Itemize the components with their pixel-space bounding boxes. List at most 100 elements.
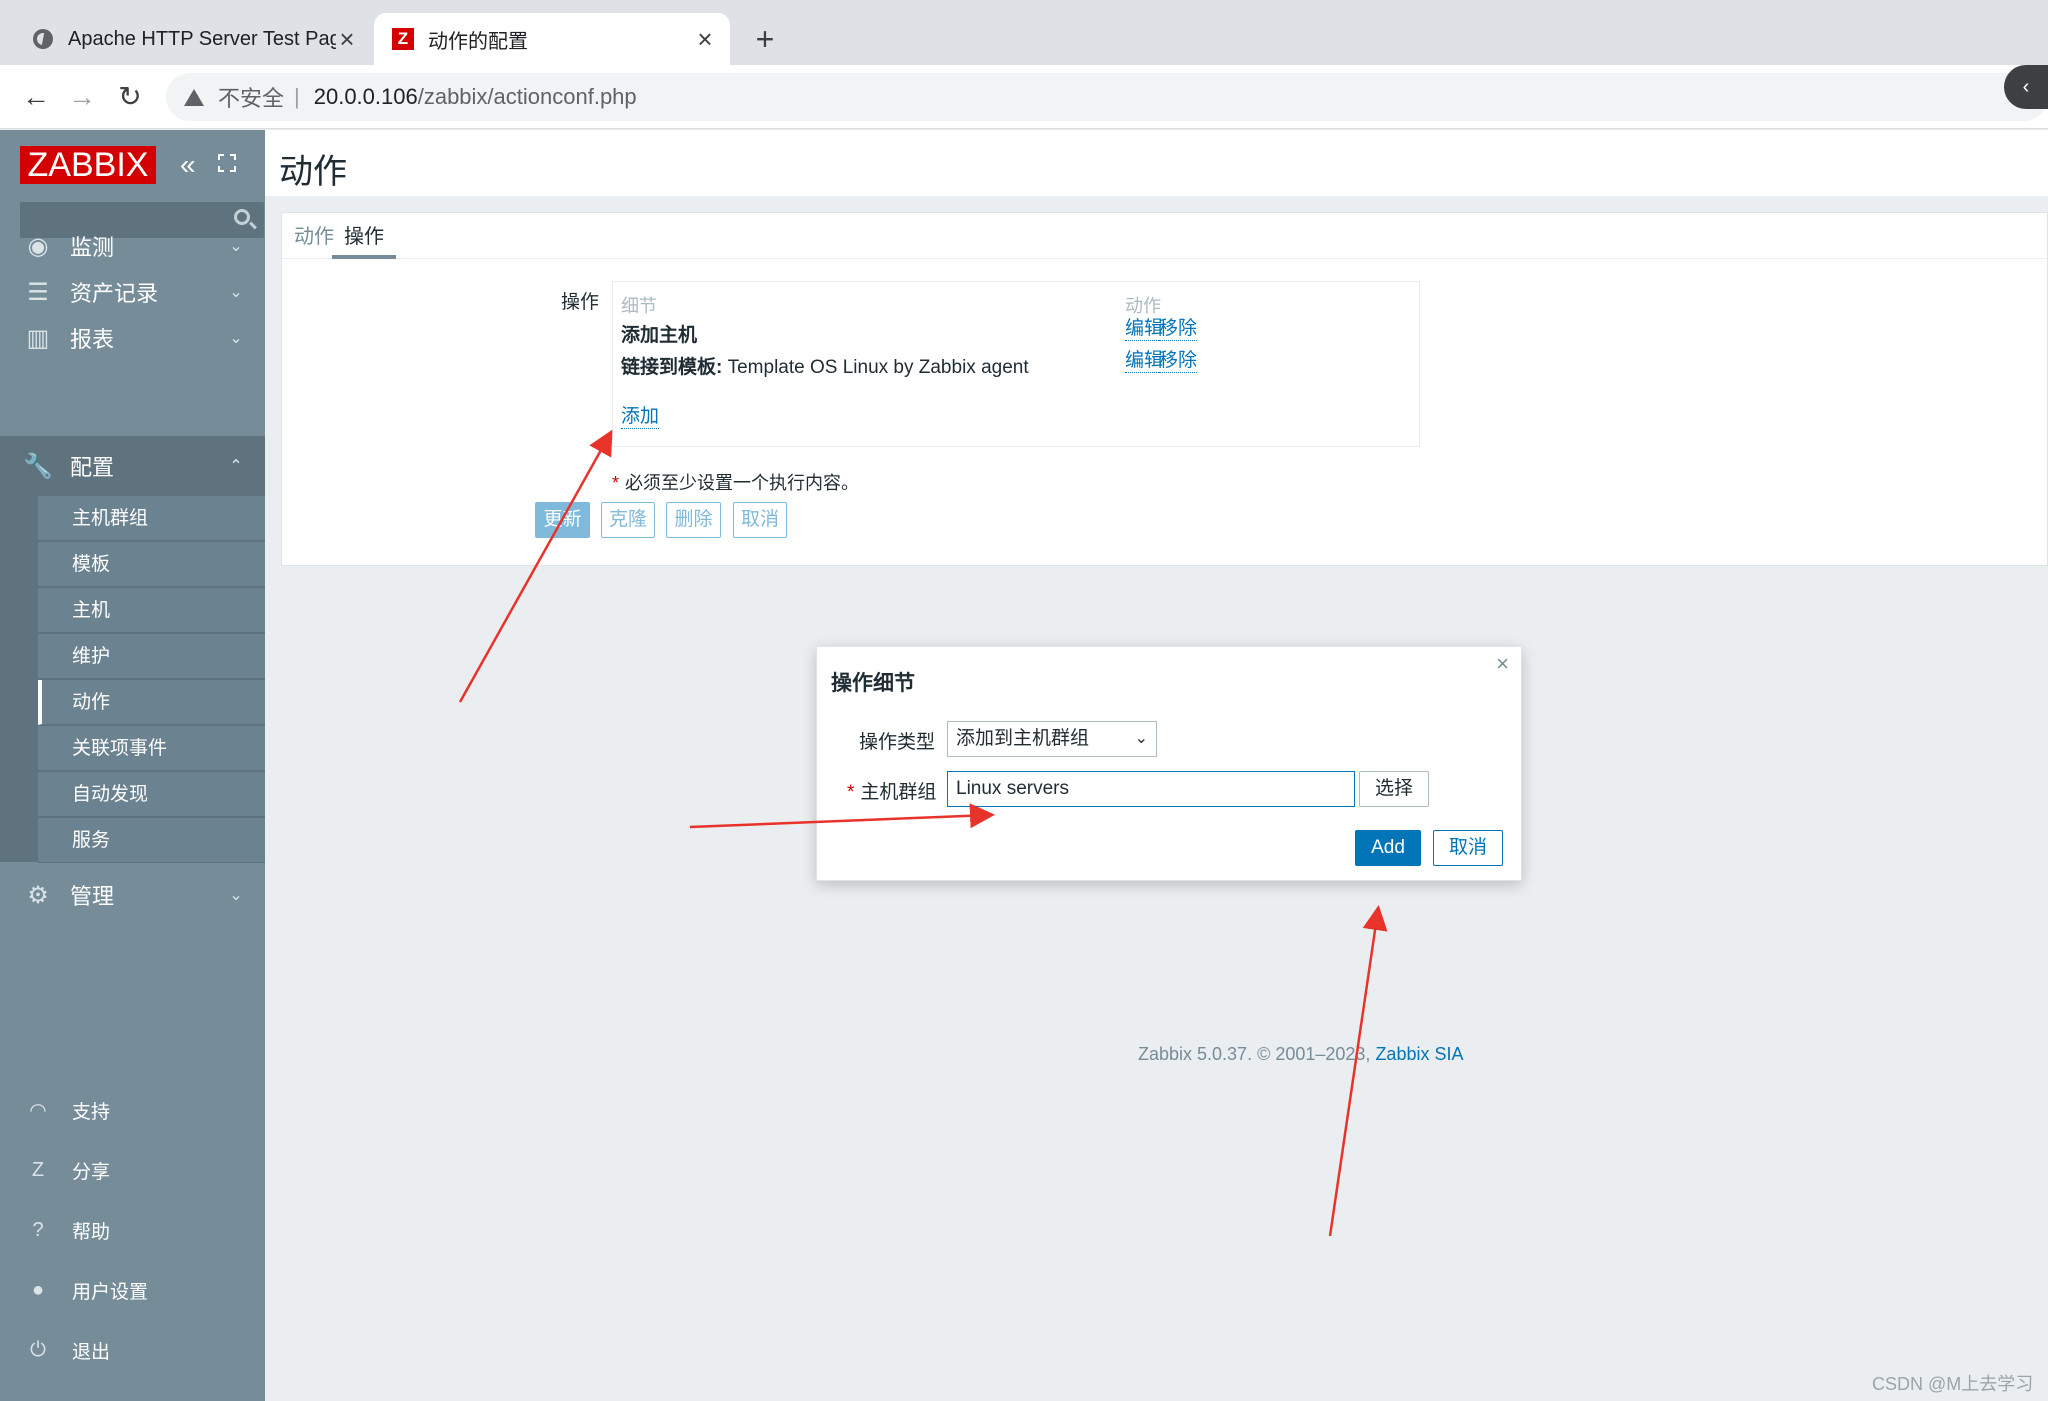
add-operation-link[interactable]: 添加 [621, 406, 660, 429]
menu-administration[interactable]: ⚙ 管理 ⌄ [0, 865, 265, 925]
browser-tab-apache[interactable]: Apache HTTP Server Test Page × [14, 13, 372, 65]
cancel-button[interactable]: 取消 [733, 502, 787, 538]
kiosk-mode-icon[interactable] [218, 154, 236, 172]
address-bar: ← → ↻ 不安全 | 20.0.0.106/zabbix/actionconf… [0, 65, 2048, 129]
submenu-maintenance[interactable]: 维护 [38, 634, 265, 679]
chevron-up-icon: ⌃ [229, 458, 243, 475]
zabbix-logo[interactable]: ZABBIX [20, 146, 156, 184]
url-field[interactable]: 不安全 | 20.0.0.106/zabbix/actionconf.php [166, 73, 2048, 121]
delete-button[interactable]: 删除 [666, 502, 721, 538]
collapse-sidebar-icon[interactable]: « [180, 151, 196, 179]
csdn-watermark: CSDN @M上去学习 [1872, 1374, 2034, 1394]
power-icon: ⏻ [30, 1338, 46, 1361]
warning-icon [184, 88, 204, 106]
clone-button[interactable]: 克隆 [601, 502, 655, 538]
required-star: * [847, 782, 855, 803]
sidebar-help[interactable]: ? 帮助 [0, 1200, 265, 1260]
tab-title: Apache HTTP Server Test Page [68, 27, 336, 50]
submenu-templates[interactable]: 模板 [38, 542, 265, 587]
host-group-label: * 主机群组 [847, 777, 936, 804]
zabbix-favicon-icon: Z [392, 28, 414, 50]
table-row: 链接到模板: Template OS Linux by Zabbix agent [621, 352, 1029, 379]
browser-tab-bar: Apache HTTP Server Test Page × Z 动作的配置 ×… [0, 0, 2048, 65]
operations-table: 细节 动作 添加主机 编辑 移除 链接到模板: Template OS Linu… [612, 281, 1420, 447]
chevron-down-icon: ⌄ [229, 284, 243, 301]
submenu-host-groups[interactable]: 主机群组 [38, 496, 265, 541]
sidebar-share-label: 分享 [72, 1161, 111, 1183]
operation-type-select[interactable]: 添加到主机群组 ⌄ [947, 721, 1157, 757]
chevron-down-icon: ⌄ [1134, 730, 1148, 747]
sidebar-user-settings[interactable]: ● 用户设置 [0, 1260, 265, 1320]
chevron-down-icon: ⌄ [229, 887, 243, 904]
globe-icon [32, 28, 54, 50]
reload-icon[interactable]: ↻ [108, 75, 152, 119]
side-panel-chevron-icon[interactable]: ‹ [2004, 65, 2048, 109]
required-note-text: 必须至少设置一个执行内容。 [625, 473, 860, 493]
update-button[interactable]: 更新 [535, 502, 590, 538]
menu-label: 报表 [70, 327, 115, 352]
footer-link[interactable]: Zabbix SIA [1375, 1044, 1463, 1064]
zabbix-share-icon: Z [31, 1158, 45, 1181]
menu-label: 管理 [70, 884, 115, 909]
insecure-label[interactable]: 不安全 [218, 81, 284, 113]
sidebar-sign-out-label: 退出 [72, 1341, 111, 1363]
chart-icon: ▥ [26, 324, 50, 352]
menu-configuration[interactable]: 🔧 配置 ⌃ [0, 436, 265, 496]
operation-type-label: 操作类型 [859, 732, 936, 753]
chevron-down-icon: ⌄ [229, 238, 243, 255]
edit-link[interactable]: 编辑 [1125, 318, 1164, 341]
remove-link[interactable]: 移除 [1159, 318, 1198, 341]
sidebar-support[interactable]: ◠ 支持 [0, 1080, 265, 1140]
submenu-services[interactable]: 服务 [38, 818, 265, 863]
tab-operations[interactable]: 操作 [332, 223, 396, 259]
menu-reports[interactable]: ▥ 报表 ⌄ [0, 308, 265, 368]
select-button[interactable]: 选择 [1359, 771, 1429, 807]
headset-icon: ◠ [29, 1099, 47, 1122]
close-tab-icon[interactable]: × [336, 24, 358, 55]
menu-label: 资产记录 [70, 281, 159, 306]
dialog-cancel-button[interactable]: 取消 [1433, 830, 1503, 866]
close-tab-icon[interactable]: × [694, 24, 716, 55]
add-button[interactable]: Add [1355, 830, 1421, 866]
table-row: 添加主机 [621, 320, 697, 347]
back-arrow-icon[interactable]: ← [14, 75, 58, 119]
zabbix-sidebar: ZABBIX « ◉ 监测 ⌄ ☰ 资产记录 ⌄ ▥ 报表 ⌄ 🔧 配置 ⌃ 主… [0, 130, 265, 1401]
list-icon: ☰ [27, 278, 49, 306]
page-header: 动作 [265, 130, 2048, 196]
browser-tab-zabbix[interactable]: Z 动作的配置 × [374, 13, 730, 65]
column-header-action: 动作 [1125, 296, 1161, 316]
submenu-discovery[interactable]: 自动发现 [38, 772, 265, 817]
user-icon: ● [31, 1278, 45, 1301]
operation-details-dialog: 操作细节 × 操作类型 添加到主机群组 ⌄ * 主机群组 Linux server… [816, 646, 1522, 881]
column-header-details: 细节 [621, 296, 657, 316]
new-tab-button[interactable]: + [750, 20, 780, 58]
tab-title: 动作的配置 [428, 30, 528, 53]
page-footer: Zabbix 5.0.37. © 2001–2023, Zabbix SIA [1138, 1044, 1463, 1065]
sidebar-share[interactable]: Z 分享 [0, 1140, 265, 1200]
required-note: * 必须至少设置一个执行内容。 [612, 469, 859, 495]
configuration-submenu: 主机群组 模板 主机 维护 动作 关联项事件 自动发现 服务 [0, 496, 265, 863]
gear-icon: ⚙ [27, 881, 49, 909]
eye-icon: ◉ [27, 232, 49, 260]
submenu-event-correlation[interactable]: 关联项事件 [38, 726, 265, 771]
url-host: 20.0.0.106 [313, 84, 418, 109]
required-star: * [612, 473, 620, 493]
operation-type-value: 添加到主机群组 [956, 728, 1090, 749]
host-group-label-text: 主机群组 [860, 782, 937, 803]
submenu-hosts[interactable]: 主机 [38, 588, 265, 633]
close-icon[interactable]: × [1496, 651, 1509, 677]
host-group-input[interactable]: Linux servers [947, 771, 1355, 807]
operations-label: 操作 [561, 292, 600, 313]
dialog-title: 操作细节 [831, 672, 915, 695]
url-separator: | [294, 84, 300, 109]
sidebar-help-label: 帮助 [72, 1221, 111, 1243]
sidebar-support-label: 支持 [72, 1101, 111, 1123]
action-form-panel: 动作 操作 操作 细节 动作 添加主机 编辑 移除 链接到模板: Templat… [281, 212, 2048, 566]
remove-link[interactable]: 移除 [1159, 350, 1198, 373]
sidebar-sign-out[interactable]: ⏻ 退出 [0, 1320, 265, 1380]
forward-arrow-icon[interactable]: → [60, 75, 104, 119]
submenu-actions[interactable]: 动作 [38, 680, 265, 725]
form-tabs: 动作 操作 [282, 213, 2047, 259]
help-icon: ? [32, 1218, 44, 1241]
edit-link[interactable]: 编辑 [1125, 350, 1164, 373]
